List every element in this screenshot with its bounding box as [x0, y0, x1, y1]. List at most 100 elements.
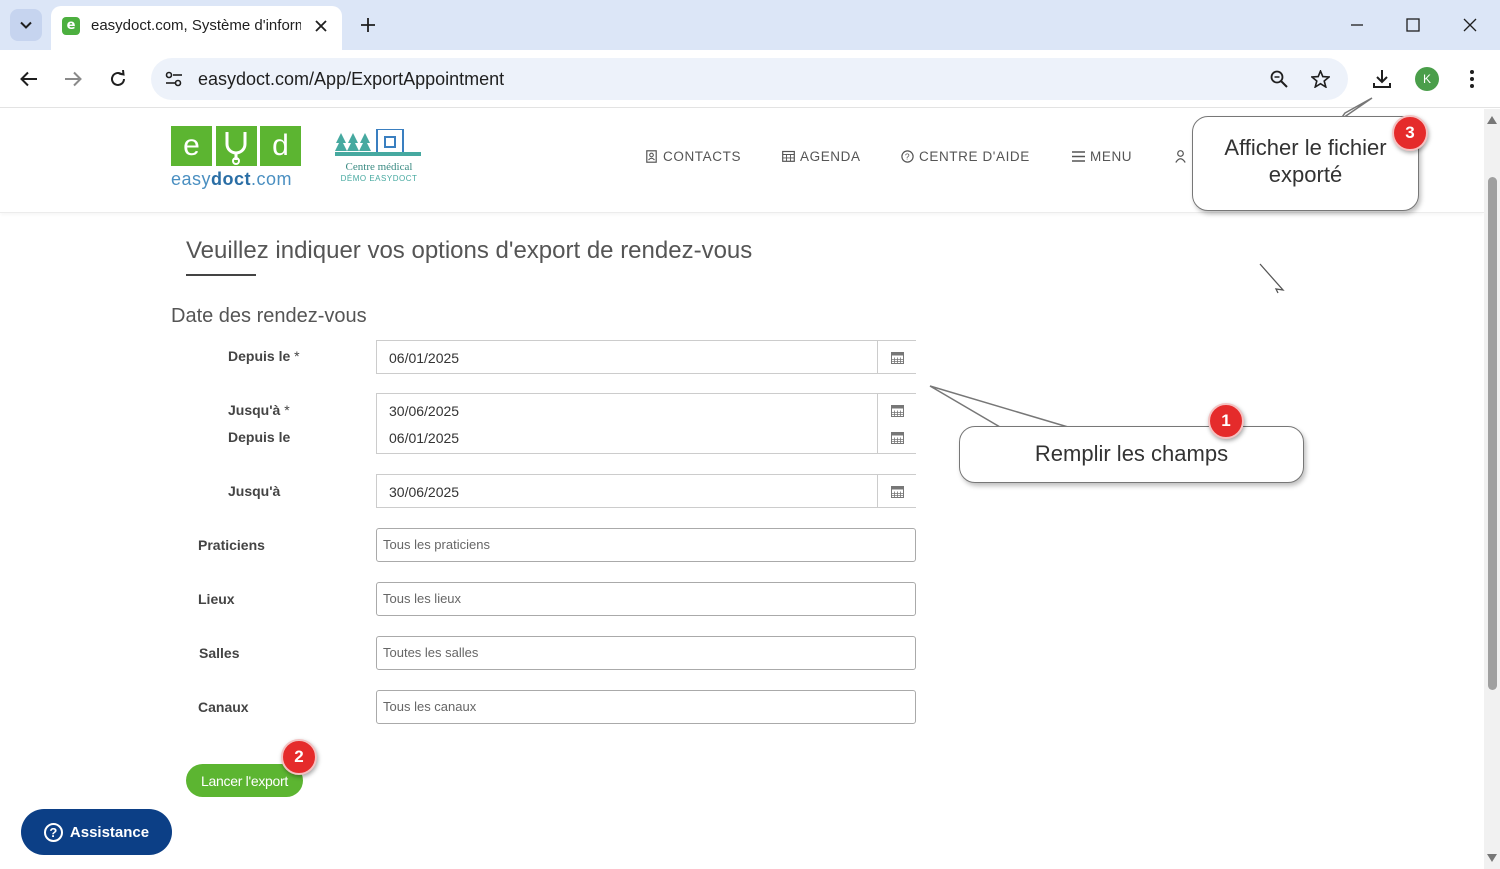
step-badge-3: 3: [1392, 115, 1428, 151]
nav-help-center[interactable]: ? CENTRE D'AIDE: [901, 147, 1030, 165]
assistance-button[interactable]: ? Assistance: [21, 809, 172, 855]
maximize-icon: [1406, 18, 1420, 32]
star-icon: [1310, 70, 1330, 88]
date-range-calendar-buttons[interactable]: [877, 394, 916, 453]
callout-fill-fields: Remplir les champs: [959, 426, 1304, 483]
callout-3-line2: exporté: [1268, 162, 1343, 187]
places-select[interactable]: Tous les lieux: [376, 582, 916, 616]
profile-avatar[interactable]: K: [1415, 67, 1439, 91]
from-date-field[interactable]: 06/01/2025: [376, 340, 916, 374]
page-scrollbar[interactable]: [1484, 109, 1500, 869]
chevron-down-icon: [20, 21, 32, 29]
address-bar[interactable]: easydoct.com/App/ExportAppointment: [151, 58, 1348, 100]
site-info-button[interactable]: [159, 64, 189, 94]
practitioners-select[interactable]: Tous les praticiens: [376, 528, 916, 562]
rooms-label: Salles: [199, 645, 240, 661]
to-date-value: 30/06/2025: [389, 403, 460, 419]
nav-menu[interactable]: MENU: [1072, 147, 1132, 165]
scroll-down-arrow-icon[interactable]: [1487, 853, 1497, 863]
user-icon: [1174, 149, 1187, 163]
to-date-calendar-button[interactable]: [877, 475, 916, 507]
nav-contacts-label: CONTACTS: [663, 148, 742, 164]
nav-account[interactable]: [1174, 147, 1187, 165]
reload-icon: [111, 70, 125, 86]
to-date-label-2: Jusqu'à: [228, 483, 281, 499]
calendar-icon: [890, 351, 904, 364]
callout-show-exported-file: Afficher le fichier exporté: [1192, 116, 1419, 211]
contact-book-icon: [645, 149, 658, 163]
downloads-button[interactable]: [1365, 62, 1399, 96]
from-date-value-2: 06/01/2025: [389, 430, 460, 446]
tab-close-button[interactable]: [309, 14, 333, 38]
page-title: Veuillez indiquer vos options d'export d…: [186, 237, 753, 264]
centre-logo-title: Centre médical: [345, 161, 413, 173]
to-date-label: Jusqu'à *: [228, 402, 290, 418]
from-date-value: 06/01/2025: [389, 350, 460, 366]
places-label: Lieux: [198, 591, 235, 607]
channels-select[interactable]: Tous les canaux: [376, 690, 916, 724]
arrow-left-icon: [20, 71, 37, 87]
reload-button[interactable]: [101, 62, 135, 96]
centre-logo-subtitle: DÉMO EASYDOCT: [340, 174, 418, 183]
step-badge-2: 2: [281, 739, 317, 775]
calendar-icon: [782, 150, 795, 163]
nav-help-label: CENTRE D'AIDE: [919, 148, 1030, 164]
step-badge-1: 1: [1208, 403, 1244, 439]
date-range-overlay-box: 30/06/2025 06/01/2025: [376, 393, 916, 454]
channels-placeholder: Tous les canaux: [383, 699, 477, 714]
title-underline: [186, 274, 256, 276]
from-date-label: Depuis le *: [228, 348, 300, 364]
browser-menu-button[interactable]: [1455, 62, 1489, 96]
rooms-select[interactable]: Toutes les salles: [376, 636, 916, 670]
close-icon: [315, 20, 327, 32]
centre-logo-graphic: [335, 128, 421, 156]
calendar-icon: [890, 404, 904, 417]
browser-tab-active[interactable]: e easydoct.com, Système d'information: [51, 6, 342, 50]
close-icon: [1463, 18, 1477, 32]
tab-search-button[interactable]: [10, 9, 42, 41]
zoom-icon: [1270, 70, 1288, 88]
scrollbar-thumb[interactable]: [1488, 177, 1497, 690]
from-date-calendar-button[interactable]: [877, 341, 916, 373]
arrow-right-icon: [65, 71, 82, 87]
web-page: e d easydoct.com Centre médical DÉMO EAS…: [0, 109, 1484, 869]
nav-agenda-label: AGENDA: [800, 148, 861, 164]
tune-icon: [165, 71, 182, 87]
back-button[interactable]: [12, 62, 46, 96]
channels-label: Canaux: [198, 699, 249, 715]
minimize-button[interactable]: [1342, 10, 1372, 40]
practitioners-placeholder: Tous les praticiens: [383, 537, 490, 552]
nav-agenda[interactable]: AGENDA: [782, 147, 861, 165]
favicon-icon: e: [62, 17, 80, 35]
logo-wordmark: easydoct.com: [171, 169, 293, 189]
url-text: easydoct.com/App/ExportAppointment: [198, 69, 505, 89]
minimize-icon: [1351, 24, 1363, 26]
centre-medical-logo[interactable]: Centre médical DÉMO EASYDOCT: [333, 128, 425, 189]
maximize-button[interactable]: [1398, 10, 1428, 40]
to-date-value-2: 30/06/2025: [389, 484, 460, 500]
calendar-icon: [890, 485, 904, 498]
nav-menu-label: MENU: [1090, 148, 1133, 164]
logo-e: e: [171, 126, 212, 166]
to-date-field[interactable]: 30/06/2025: [376, 474, 916, 508]
calendar-icon: [890, 431, 904, 444]
svg-text:?: ?: [905, 151, 910, 161]
hamburger-icon: [1072, 150, 1085, 163]
new-tab-button[interactable]: [354, 11, 382, 39]
plus-icon: [361, 18, 375, 32]
browser-toolbar: easydoct.com/App/ExportAppointment K: [0, 50, 1500, 108]
help-circle-icon: ?: [901, 149, 914, 163]
zoom-button[interactable]: [1264, 64, 1294, 94]
callout-1-text: Remplir les champs: [1034, 441, 1229, 466]
browser-tab-bar: e easydoct.com, Système d'information: [0, 0, 1500, 50]
forward-button[interactable]: [56, 62, 90, 96]
practitioners-label: Praticiens: [198, 537, 265, 553]
nav-contacts[interactable]: CONTACTS: [645, 147, 741, 165]
callout-3-line1: Afficher le fichier: [1224, 135, 1387, 160]
close-window-button[interactable]: [1455, 10, 1485, 40]
easydoct-logo[interactable]: e d easydoct.com: [171, 126, 303, 190]
bookmark-button[interactable]: [1305, 64, 1335, 94]
from-date-label-2: Depuis le: [228, 429, 291, 445]
scroll-up-arrow-icon[interactable]: [1487, 115, 1497, 125]
places-placeholder: Tous les lieux: [383, 591, 462, 606]
